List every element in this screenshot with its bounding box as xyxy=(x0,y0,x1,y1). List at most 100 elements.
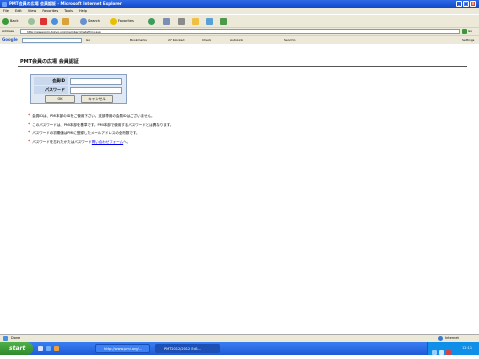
quicklaunch-desktop-icon[interactable] xyxy=(38,345,43,351)
start-label: start xyxy=(9,345,26,352)
standard-toolbar: Back Search Favorites xyxy=(0,14,479,27)
password-input[interactable] xyxy=(70,86,122,94)
spell-check-button[interactable]: Check xyxy=(202,36,211,44)
address-label: Address xyxy=(2,29,14,33)
settings-button[interactable]: Settings xyxy=(462,36,474,44)
stop-button[interactable] xyxy=(40,17,48,25)
refresh-button[interactable] xyxy=(51,17,59,25)
note-text: このパスワードは、PMI本部を基準です。PMI本部で使用するパスワードとは異なり… xyxy=(32,122,174,127)
back-arrow-icon xyxy=(2,17,9,25)
minimize-button[interactable]: _ xyxy=(456,1,462,7)
google-search-input[interactable] xyxy=(22,38,82,43)
go-arrow-icon xyxy=(462,28,467,34)
google-toolbar: Google Go Bookmarks 27 blocked Check Aut… xyxy=(0,35,479,44)
window-titlebar: PMT会員の広場 会員認証 - Microsoft Internet Explo… xyxy=(0,0,479,8)
tray-network-icon[interactable] xyxy=(432,346,437,359)
forward-arrow-icon xyxy=(28,17,35,25)
history-button[interactable] xyxy=(148,17,156,25)
title-divider xyxy=(18,66,467,67)
popup-blocked-button[interactable]: 27 blocked xyxy=(168,36,184,44)
address-input[interactable]: http://www.pmi-tokyo.org/member/jmstafi/… xyxy=(20,29,460,34)
page-title: PMT会員の広場 会員認証 xyxy=(20,59,79,65)
edit-button[interactable] xyxy=(192,17,200,25)
taskbar: start http://www.pmi.org/... PMT2012/201… xyxy=(0,342,479,355)
go-label: Go xyxy=(467,29,473,33)
stop-icon xyxy=(40,17,47,25)
star-icon xyxy=(110,17,117,25)
status-bar: Done Internet xyxy=(0,334,479,342)
notes-list: * 会員IDは、PMI本部のIDをご使用下さい。支部専用の会員IDはございません。… xyxy=(28,112,458,146)
close-button[interactable]: × xyxy=(470,1,476,7)
task-ie-window[interactable]: http://www.pmi.org/... xyxy=(95,344,150,353)
forward-button[interactable] xyxy=(28,17,36,25)
star-bullet-icon: * xyxy=(28,114,31,119)
discuss-button[interactable] xyxy=(206,17,214,25)
search-button[interactable]: Search xyxy=(80,17,100,25)
mail-button[interactable] xyxy=(163,17,171,25)
inquiry-form-link[interactable]: 問い合わせフォーム xyxy=(92,140,123,144)
print-button[interactable] xyxy=(178,17,186,25)
member-id-input[interactable] xyxy=(70,77,122,85)
autolink-button[interactable]: AutoLink xyxy=(230,36,243,44)
print-icon xyxy=(178,17,185,25)
note-suffix: へ。 xyxy=(123,139,131,144)
system-tray: 12:11 xyxy=(427,342,479,355)
note-item: * このパスワードは、PMI本部を基準です。PMI本部で使用するパスワードとは異な… xyxy=(28,121,458,130)
search-icon xyxy=(80,17,87,25)
menu-favorites[interactable]: Favorites xyxy=(42,9,58,13)
google-go-button[interactable]: Go xyxy=(86,36,90,44)
note-item: * パスワードの初期値はPMIに登録したメールアドレスの全桁数です。 xyxy=(28,129,458,138)
discuss-icon xyxy=(206,17,213,25)
tray-security-icon[interactable] xyxy=(446,346,451,359)
quicklaunch-media-icon[interactable] xyxy=(54,345,59,351)
note-text: 会員IDは、PMI本部のIDをご使用下さい。支部専用の会員IDはございません。 xyxy=(32,114,155,118)
go-button[interactable]: Go xyxy=(462,28,472,35)
password-label: パスワード xyxy=(34,86,68,94)
note-text: パスワードの初期値はPMIに登録したメールアドレスの全桁数です。 xyxy=(32,131,140,135)
ie-app-icon xyxy=(2,1,7,7)
menu-view[interactable]: View xyxy=(28,9,36,13)
refresh-icon xyxy=(51,17,58,25)
folder-icon xyxy=(192,17,199,25)
task-active-window[interactable]: PMT2012/2012 Ed1... xyxy=(155,344,220,353)
page-content: PMT会員の広場 会員認証 会員ID パスワード OK キャンセル * 会員IDは… xyxy=(0,44,479,334)
history-icon xyxy=(148,17,155,25)
tray-volume-icon[interactable] xyxy=(439,346,444,359)
login-form: 会員ID パスワード OK キャンセル xyxy=(30,74,127,104)
quicklaunch-ie-icon[interactable] xyxy=(46,345,51,351)
favorites-label: Favorites xyxy=(118,19,134,23)
task2-label: PMT2012/2012 Ed1... xyxy=(164,347,202,351)
favorites-button[interactable]: Favorites xyxy=(110,17,134,25)
zone-text: Internet xyxy=(445,336,459,340)
cancel-button[interactable]: キャンセル xyxy=(81,95,113,103)
task1-label: http://www.pmi.org/... xyxy=(104,347,143,351)
star-bullet-icon: * xyxy=(28,122,31,128)
note-item: * パスワードを忘れたかたはパスワード問い合わせフォームへ。 xyxy=(28,138,458,147)
menu-help[interactable]: Help xyxy=(79,9,87,13)
status-ie-icon xyxy=(3,335,8,342)
star-bullet-icon: * xyxy=(28,139,31,145)
address-bar: Address http://www.pmi-tokyo.org/member/… xyxy=(0,27,479,35)
note-text: パスワードを忘れたかたはパスワード xyxy=(32,139,92,144)
maximize-button[interactable]: □ xyxy=(463,1,469,7)
home-button[interactable] xyxy=(62,17,70,25)
clock: 12:11 xyxy=(462,346,473,350)
start-button[interactable]: start xyxy=(0,342,33,355)
menu-edit[interactable]: Edit xyxy=(15,9,22,13)
member-id-label: 会員ID xyxy=(34,77,68,85)
internet-zone-icon xyxy=(438,335,443,342)
mail-icon xyxy=(163,17,170,25)
bookmarks-button[interactable]: Bookmarks xyxy=(130,36,147,44)
ok-button[interactable]: OK xyxy=(45,95,75,103)
window-title: PMT会員の広場 会員認証 - Microsoft Internet Explo… xyxy=(9,1,122,6)
messenger-button[interactable] xyxy=(220,17,228,25)
send-to-button[interactable]: Send to xyxy=(284,36,296,44)
google-logo: Google xyxy=(2,37,18,42)
back-button[interactable]: Back xyxy=(2,17,19,25)
home-icon xyxy=(62,17,69,25)
back-label: Back xyxy=(10,19,19,23)
menu-file[interactable]: File xyxy=(3,9,9,13)
star-bullet-icon: * xyxy=(28,131,31,136)
menu-tools[interactable]: Tools xyxy=(64,9,73,13)
note-item: * 会員IDは、PMI本部のIDをご使用下さい。支部専用の会員IDはございません。 xyxy=(28,112,458,121)
